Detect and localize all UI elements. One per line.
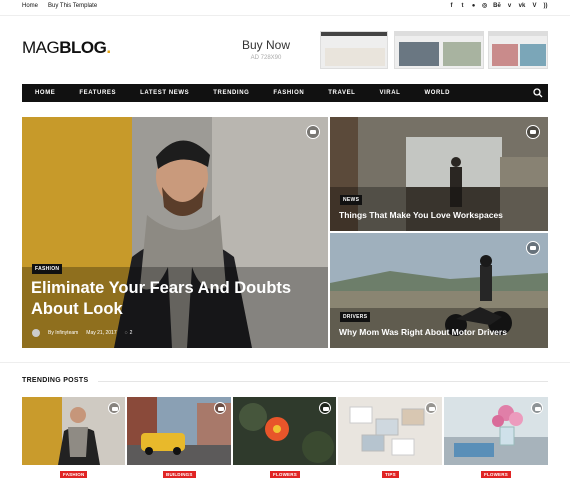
trending-category-badge[interactable]: FLOWERS [481,471,511,478]
camera-icon [531,402,543,414]
trending-category-badge[interactable]: FLOWERS [270,471,300,478]
camera-icon [108,402,120,414]
nav-trending[interactable]: TRENDING [213,90,249,96]
camera-icon [526,241,540,255]
search-icon[interactable] [533,88,543,98]
camera-icon [526,125,540,139]
twitter-icon[interactable]: t [460,3,465,10]
logo-part-1: MAG [22,38,60,57]
hero-top-title[interactable]: Things That Make You Love Workspaces [339,210,503,220]
trending-category-badge[interactable]: TIPS [382,471,399,478]
logo-part-2: BLOG [59,38,107,57]
nav-viral[interactable]: VIRAL [379,90,400,96]
ad-preview-3 [488,31,548,69]
nav-features[interactable]: FEATURES [79,90,116,96]
trending-thumb[interactable] [233,397,336,465]
author-avatar [32,329,40,337]
ad-preview-1 [320,31,388,69]
camera-icon [425,402,437,414]
post-date: May 21, 2017 [86,330,117,336]
social-icons: f t ● ◎ Bē v vk V )) [449,3,548,10]
rss-icon[interactable]: )) [543,3,548,10]
hero-bottom-post[interactable]: DRIVERS Why Mom Was Right About Motor Dr… [330,233,548,348]
author-name[interactable]: By Infinyteam [48,330,78,336]
hero-main-post[interactable]: FASHION Eliminate Your Fears And Doubts … [22,117,328,348]
trending-heading-rule [98,381,548,382]
category-badge[interactable]: FASHION [32,264,63,274]
ad-text-box: Buy Now AD 728X90 [212,30,320,70]
hero-top-post[interactable]: NEWS Things That Make You Love Workspace… [330,117,548,231]
ad-banner[interactable]: Buy Now AD 728X90 [212,30,548,70]
trending-thumb[interactable] [338,397,442,465]
ad-size-label: AD 728X90 [250,55,282,61]
site-logo[interactable]: MAGBLOG. [22,38,111,58]
trending-thumb[interactable] [127,397,231,465]
nav-home[interactable]: HOME [35,90,55,96]
vimeo-alt-icon[interactable]: V [532,3,537,10]
main-nav: HOME FEATURES LATEST NEWS TRENDING FASHI… [22,84,548,102]
logo-dot: . [106,38,111,57]
ad-preview-2 [394,31,484,69]
camera-icon [214,402,226,414]
vimeo-icon[interactable]: v [507,3,512,10]
top-bar: Home Buy This Template f t ● ◎ Bē v vk V… [0,0,570,16]
category-badge[interactable]: DRIVERS [340,312,371,322]
facebook-icon[interactable]: f [449,3,454,10]
trending-heading: TRENDING POSTS [22,377,89,384]
nav-latest-news[interactable]: LATEST NEWS [140,90,189,96]
comment-count: 2 [129,330,133,336]
hero-main-title-line-2[interactable]: About Look [31,300,123,319]
pinterest-icon[interactable]: ● [471,3,476,10]
top-links: Home Buy This Template [22,3,97,9]
ad-title: Buy Now [241,38,291,52]
hero-bottom-title[interactable]: Why Mom Was Right About Motor Drivers [339,327,507,337]
behance-icon[interactable]: Bē [493,3,501,10]
nav-fashion[interactable]: FASHION [273,90,304,96]
hero-main-title-line-1[interactable]: Eliminate Your Fears And Doubts [31,279,291,298]
nav-travel[interactable]: TRAVEL [328,90,355,96]
instagram-icon[interactable]: ◎ [482,3,487,10]
top-link-home[interactable]: Home [22,3,38,9]
vk-icon[interactable]: vk [518,3,526,10]
trending-thumb[interactable] [22,397,125,465]
category-badge[interactable]: NEWS [340,195,363,205]
nav-world[interactable]: WORLD [424,90,450,96]
camera-icon [306,125,320,139]
trending-thumb[interactable] [444,397,548,465]
trending-category-badge[interactable]: FASHION [60,471,88,478]
camera-icon [319,402,331,414]
post-meta: By Infinyteam May 21, 2017 ◌ 2 [32,329,132,337]
trending-category-badge[interactable]: BUILDINGS [163,471,196,478]
section-divider [0,362,570,363]
top-link-buy-template[interactable]: Buy This Template [48,3,97,9]
comment-icon: ◌ [124,330,128,336]
